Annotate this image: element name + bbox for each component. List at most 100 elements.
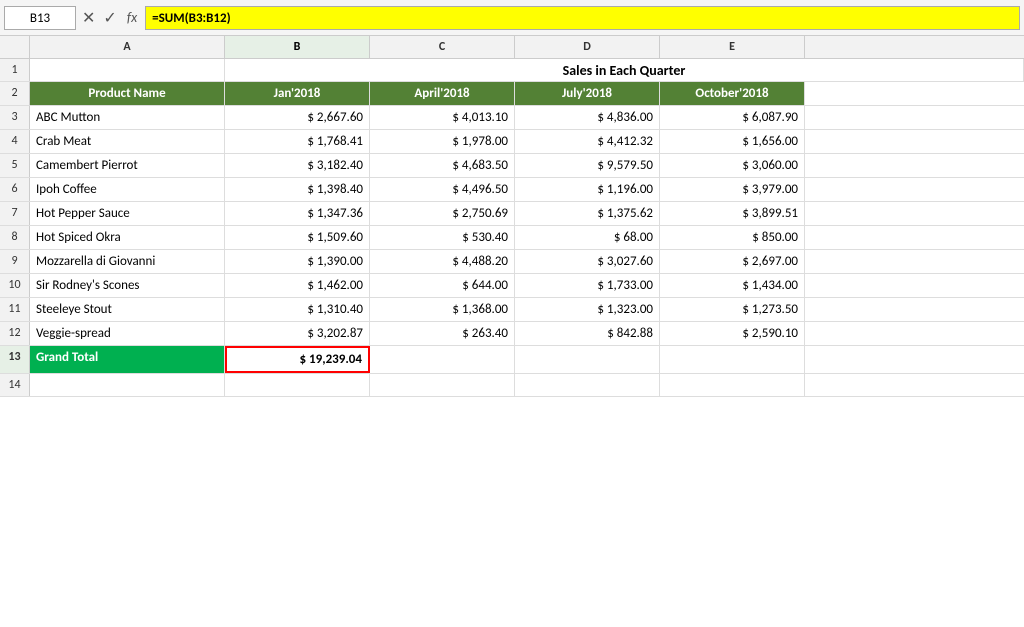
row-num-12: 12 <box>0 322 30 345</box>
row-10: 10 Sir Rodney's Scones $ 1,462.00 $ 644.… <box>0 274 1024 298</box>
cell-a7[interactable]: Hot Pepper Sauce <box>30 202 225 225</box>
cell-e12[interactable]: $ 2,590.10 <box>660 322 805 345</box>
cell-d2: July'2018 <box>515 82 660 105</box>
row-num-11: 11 <box>0 298 30 321</box>
cell-c12[interactable]: $ 263.40 <box>370 322 515 345</box>
cancel-icon[interactable]: ✕ <box>80 8 97 28</box>
row-6: 6 Ipoh Coffee $ 1,398.40 $ 4,496.50 $ 1,… <box>0 178 1024 202</box>
cell-b14 <box>225 374 370 396</box>
cell-d6[interactable]: $ 1,196.00 <box>515 178 660 201</box>
cell-b12[interactable]: $ 3,202.87 <box>225 322 370 345</box>
cell-b4[interactable]: $ 1,768.41 <box>225 130 370 153</box>
row-num-14: 14 <box>0 374 30 396</box>
col-header-d[interactable]: D <box>515 36 660 58</box>
cell-d11[interactable]: $ 1,323.00 <box>515 298 660 321</box>
cell-b3[interactable]: $ 2,667.60 <box>225 106 370 129</box>
cell-b9[interactable]: $ 1,390.00 <box>225 250 370 273</box>
cell-c14 <box>370 374 515 396</box>
row-num-13: 13 <box>0 346 30 373</box>
column-headers: A B C D E <box>0 36 1024 59</box>
cell-e8[interactable]: $ 850.00 <box>660 226 805 249</box>
cell-a1 <box>30 59 225 81</box>
row-num-9: 9 <box>0 250 30 273</box>
cell-a9[interactable]: Mozzarella di Giovanni <box>30 250 225 273</box>
row-num-1: 1 <box>0 59 30 81</box>
cell-d4[interactable]: $ 4,412.32 <box>515 130 660 153</box>
row-num-4: 4 <box>0 130 30 153</box>
cell-d8[interactable]: $ 68.00 <box>515 226 660 249</box>
cell-a10[interactable]: Sir Rodney's Scones <box>30 274 225 297</box>
row-13: 13 Grand Total $ 19,239.04 <box>0 346 1024 374</box>
cell-e11[interactable]: $ 1,273.50 <box>660 298 805 321</box>
cell-c2: April'2018 <box>370 82 515 105</box>
cell-a5[interactable]: Camembert Pierrot <box>30 154 225 177</box>
row-1: 1 Sales in Each Quarter <box>0 59 1024 82</box>
cell-b10[interactable]: $ 1,462.00 <box>225 274 370 297</box>
confirm-icon[interactable]: ✓ <box>101 8 118 28</box>
cell-a6[interactable]: Ipoh Coffee <box>30 178 225 201</box>
cell-e7[interactable]: $ 3,899.51 <box>660 202 805 225</box>
cell-b6[interactable]: $ 1,398.40 <box>225 178 370 201</box>
row-4: 4 Crab Meat $ 1,768.41 $ 1,978.00 $ 4,41… <box>0 130 1024 154</box>
fx-label: fx <box>123 9 141 26</box>
row-num-5: 5 <box>0 154 30 177</box>
cell-b2: Jan'2018 <box>225 82 370 105</box>
cell-d10[interactable]: $ 1,733.00 <box>515 274 660 297</box>
row-8: 8 Hot Spiced Okra $ 1,509.60 $ 530.40 $ … <box>0 226 1024 250</box>
cell-c6[interactable]: $ 4,496.50 <box>370 178 515 201</box>
col-header-e[interactable]: E <box>660 36 805 58</box>
cell-e3[interactable]: $ 6,087.90 <box>660 106 805 129</box>
col-header-a[interactable]: A <box>30 36 225 58</box>
row-3: 3 ABC Mutton $ 2,667.60 $ 4,013.10 $ 4,8… <box>0 106 1024 130</box>
cell-d7[interactable]: $ 1,375.62 <box>515 202 660 225</box>
cell-e14 <box>660 374 805 396</box>
row-num-2: 2 <box>0 82 30 105</box>
col-header-c[interactable]: C <box>370 36 515 58</box>
cell-c10[interactable]: $ 644.00 <box>370 274 515 297</box>
cell-merged-title: Sales in Each Quarter <box>225 59 1024 81</box>
cell-a11[interactable]: Steeleye Stout <box>30 298 225 321</box>
cell-b7[interactable]: $ 1,347.36 <box>225 202 370 225</box>
cell-d5[interactable]: $ 9,579.50 <box>515 154 660 177</box>
row-num-10: 10 <box>0 274 30 297</box>
cell-b8[interactable]: $ 1,509.60 <box>225 226 370 249</box>
cell-c4[interactable]: $ 1,978.00 <box>370 130 515 153</box>
cell-d12[interactable]: $ 842.88 <box>515 322 660 345</box>
cell-e9[interactable]: $ 2,697.00 <box>660 250 805 273</box>
formula-input[interactable]: =SUM(B3:B12) <box>145 6 1020 30</box>
cell-d9[interactable]: $ 3,027.60 <box>515 250 660 273</box>
row-11: 11 Steeleye Stout $ 1,310.40 $ 1,368.00 … <box>0 298 1024 322</box>
cell-a3[interactable]: ABC Mutton <box>30 106 225 129</box>
row-num-7: 7 <box>0 202 30 225</box>
cell-e10[interactable]: $ 1,434.00 <box>660 274 805 297</box>
cell-c3[interactable]: $ 4,013.10 <box>370 106 515 129</box>
cell-e4[interactable]: $ 1,656.00 <box>660 130 805 153</box>
cell-e6[interactable]: $ 3,979.00 <box>660 178 805 201</box>
formula-bar-controls: ✕ ✓ <box>80 8 119 28</box>
cell-c9[interactable]: $ 4,488.20 <box>370 250 515 273</box>
cell-b11[interactable]: $ 1,310.40 <box>225 298 370 321</box>
cell-c7[interactable]: $ 2,750.69 <box>370 202 515 225</box>
cell-a13[interactable]: Grand Total <box>30 346 225 373</box>
row-12: 12 Veggie-spread $ 3,202.87 $ 263.40 $ 8… <box>0 322 1024 346</box>
cell-c11[interactable]: $ 1,368.00 <box>370 298 515 321</box>
cell-b5[interactable]: $ 3,182.40 <box>225 154 370 177</box>
spreadsheet: A B C D E 1 Sales in Each Quarter 2 Prod… <box>0 36 1024 397</box>
col-header-b[interactable]: B <box>225 36 370 58</box>
row-14: 14 <box>0 374 1024 397</box>
cell-c8[interactable]: $ 530.40 <box>370 226 515 249</box>
cell-b13[interactable]: $ 19,239.04 <box>225 346 370 373</box>
cell-d3[interactable]: $ 4,836.00 <box>515 106 660 129</box>
cell-a4[interactable]: Crab Meat <box>30 130 225 153</box>
cell-a8[interactable]: Hot Spiced Okra <box>30 226 225 249</box>
row-num-8: 8 <box>0 226 30 249</box>
cell-a12[interactable]: Veggie-spread <box>30 322 225 345</box>
cell-e5[interactable]: $ 3,060.00 <box>660 154 805 177</box>
row-9: 9 Mozzarella di Giovanni $ 1,390.00 $ 4,… <box>0 250 1024 274</box>
cell-a14 <box>30 374 225 396</box>
row-num-3: 3 <box>0 106 30 129</box>
cell-e13 <box>660 346 805 373</box>
row-7: 7 Hot Pepper Sauce $ 1,347.36 $ 2,750.69… <box>0 202 1024 226</box>
cell-c5[interactable]: $ 4,683.50 <box>370 154 515 177</box>
cell-reference-box[interactable]: B13 <box>4 6 76 30</box>
